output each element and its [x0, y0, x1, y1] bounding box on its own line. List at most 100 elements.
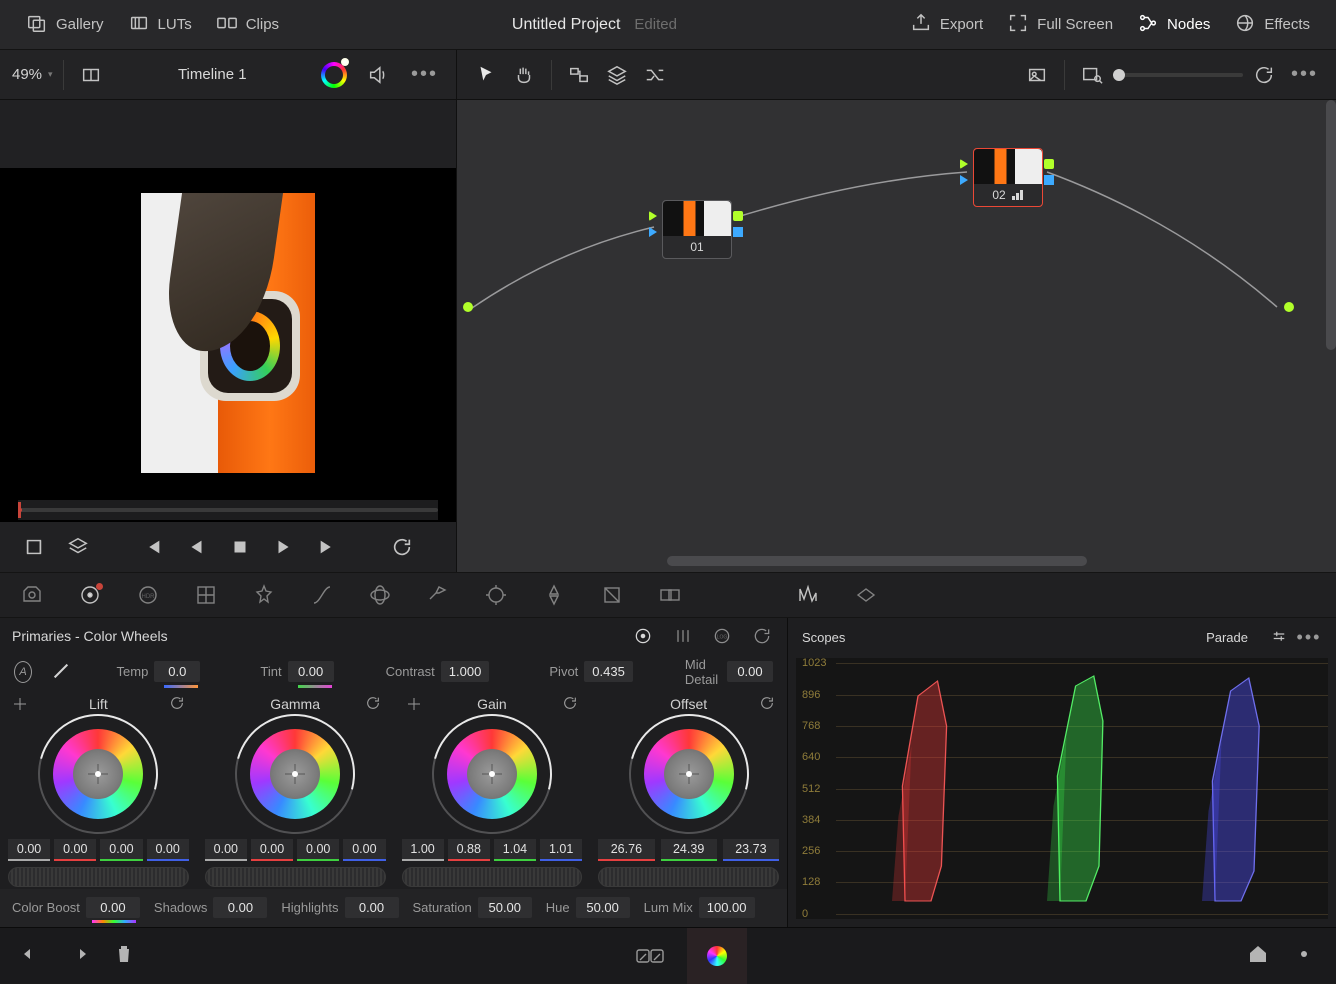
auto-color-button[interactable] — [317, 58, 351, 92]
delete-button[interactable] — [112, 942, 136, 969]
offset-wheel[interactable] — [634, 719, 744, 829]
viewer-zoom-select[interactable]: 49% — [12, 60, 64, 90]
stop-button[interactable] — [228, 535, 252, 559]
clip-flags-button[interactable] — [22, 535, 46, 559]
motion-effects-tab[interactable] — [250, 581, 278, 609]
color-page-indicator[interactable] — [687, 928, 747, 984]
info-tab[interactable] — [852, 581, 880, 609]
node-shuffle-button[interactable] — [638, 58, 672, 92]
offset-jog[interactable] — [598, 867, 779, 887]
lift-jog[interactable] — [8, 867, 189, 887]
auto-balance-button[interactable]: A — [14, 661, 32, 683]
node-zoom-slider[interactable] — [1113, 73, 1243, 77]
nodes-toggle[interactable]: Nodes — [1129, 6, 1218, 44]
pivot-field[interactable]: Pivot 0.435 — [549, 661, 632, 682]
node-zoom-button[interactable] — [1075, 58, 1109, 92]
node-02-rgb-out[interactable] — [1044, 159, 1054, 169]
node-editor[interactable]: 01 02 — [457, 100, 1336, 572]
saturation-field[interactable]: Saturation 50.00 — [413, 897, 532, 918]
home-button[interactable] — [1246, 942, 1270, 969]
mute-button[interactable] — [361, 58, 395, 92]
highlights-field[interactable]: Highlights 0.00 — [281, 897, 398, 918]
gallery-toggle[interactable]: Gallery — [18, 6, 112, 44]
gain-picker[interactable] — [406, 696, 422, 712]
offset-values[interactable]: 26.76 24.39 23.73 — [598, 839, 779, 861]
log-mode-button[interactable]: LOG — [709, 623, 735, 649]
node-02-rgb-in[interactable] — [960, 159, 968, 169]
gamma-values[interactable]: 0.00 0.00 0.00 0.00 — [205, 839, 386, 861]
primaries-reset-button[interactable] — [749, 623, 775, 649]
node-02-key-out[interactable] — [1044, 175, 1054, 185]
warper-tab[interactable] — [366, 581, 394, 609]
node-01-key-in[interactable] — [649, 227, 657, 237]
viewer-options-menu[interactable]: ••• — [405, 59, 444, 90]
tint-field[interactable]: Tint 0.00 — [260, 661, 333, 682]
node-options-menu[interactable]: ••• — [1285, 59, 1324, 90]
camera-raw-tab[interactable] — [18, 581, 46, 609]
play-reverse-button[interactable] — [184, 535, 208, 559]
color-node-02[interactable]: 02 — [973, 148, 1043, 207]
lift-wheel[interactable] — [43, 719, 153, 829]
hue-field[interactable]: Hue 50.00 — [546, 897, 630, 918]
node-01-rgb-in[interactable] — [649, 211, 657, 221]
magic-mask-tab[interactable] — [598, 581, 626, 609]
node-01-rgb-out[interactable] — [733, 211, 743, 221]
window-tab[interactable] — [482, 581, 510, 609]
unmix-button[interactable] — [66, 535, 90, 559]
loop-button[interactable] — [390, 535, 414, 559]
effects-toggle[interactable]: Effects — [1226, 6, 1318, 44]
play-button[interactable] — [272, 535, 296, 559]
next-clip-button[interactable] — [316, 535, 340, 559]
rgb-mixer-tab[interactable] — [192, 581, 220, 609]
lift-reset[interactable] — [169, 695, 185, 714]
thumbnail-view-button[interactable] — [1020, 58, 1054, 92]
color-node-01[interactable]: 01 — [662, 200, 732, 259]
fullscreen-button[interactable]: Full Screen — [999, 6, 1121, 44]
lift-picker[interactable] — [12, 696, 28, 712]
node-add-serial-button[interactable] — [562, 58, 596, 92]
curves-tab[interactable] — [308, 581, 336, 609]
node-v-scrollbar[interactable] — [1326, 100, 1336, 350]
gamma-reset[interactable] — [365, 695, 381, 714]
temp-field[interactable]: Temp 0.0 — [117, 661, 201, 682]
wheels-mode-button[interactable] — [630, 623, 656, 649]
gain-wheel[interactable] — [437, 719, 547, 829]
offset-reset[interactable] — [759, 695, 775, 714]
gain-reset[interactable] — [562, 695, 578, 714]
undo-button[interactable] — [20, 942, 44, 969]
settings-button[interactable] — [1292, 942, 1316, 969]
colorboost-field[interactable]: Color Boost 0.00 — [12, 897, 140, 918]
luts-toggle[interactable]: LUTs — [120, 6, 200, 44]
gamma-jog[interactable] — [205, 867, 386, 887]
viewer-canvas[interactable] — [0, 168, 456, 498]
bars-mode-button[interactable] — [670, 623, 696, 649]
gain-jog[interactable] — [402, 867, 583, 887]
scope-settings-button[interactable] — [1266, 624, 1292, 650]
shadows-field[interactable]: Shadows 0.00 — [154, 897, 267, 918]
lummix-field[interactable]: Lum Mix 100.00 — [644, 897, 755, 918]
qualifier-tab[interactable] — [424, 581, 452, 609]
node-reset-zoom-button[interactable] — [1247, 58, 1281, 92]
clips-toggle[interactable]: Clips — [208, 6, 287, 44]
hdr-tab[interactable]: HDR — [134, 581, 162, 609]
contrast-field[interactable]: Contrast 1.000 — [386, 661, 490, 682]
redo-button[interactable] — [66, 942, 90, 969]
gain-values[interactable]: 1.00 0.88 1.04 1.01 — [402, 839, 583, 861]
middetail-field[interactable]: Mid Detail 0.00 — [685, 657, 773, 687]
pan-tool[interactable] — [507, 58, 541, 92]
prev-clip-button[interactable] — [140, 535, 164, 559]
scope-type-select[interactable]: Parade — [1206, 630, 1248, 645]
export-button[interactable]: Export — [902, 6, 991, 44]
source-port[interactable] — [463, 302, 473, 312]
bypass-button[interactable] — [635, 941, 665, 971]
color-wheels-tab[interactable] — [76, 581, 104, 609]
tracking-tab[interactable] — [540, 581, 568, 609]
pointer-tool[interactable] — [469, 58, 503, 92]
lift-values[interactable]: 0.00 0.00 0.00 0.00 — [8, 839, 189, 861]
node-h-scrollbar[interactable] — [667, 556, 1087, 566]
viewer-scrubber[interactable] — [18, 500, 438, 520]
image-wipe-button[interactable] — [74, 58, 108, 92]
waveform-tab[interactable] — [794, 581, 822, 609]
pick-white-button[interactable] — [50, 660, 69, 684]
node-02-key-in[interactable] — [960, 175, 968, 185]
